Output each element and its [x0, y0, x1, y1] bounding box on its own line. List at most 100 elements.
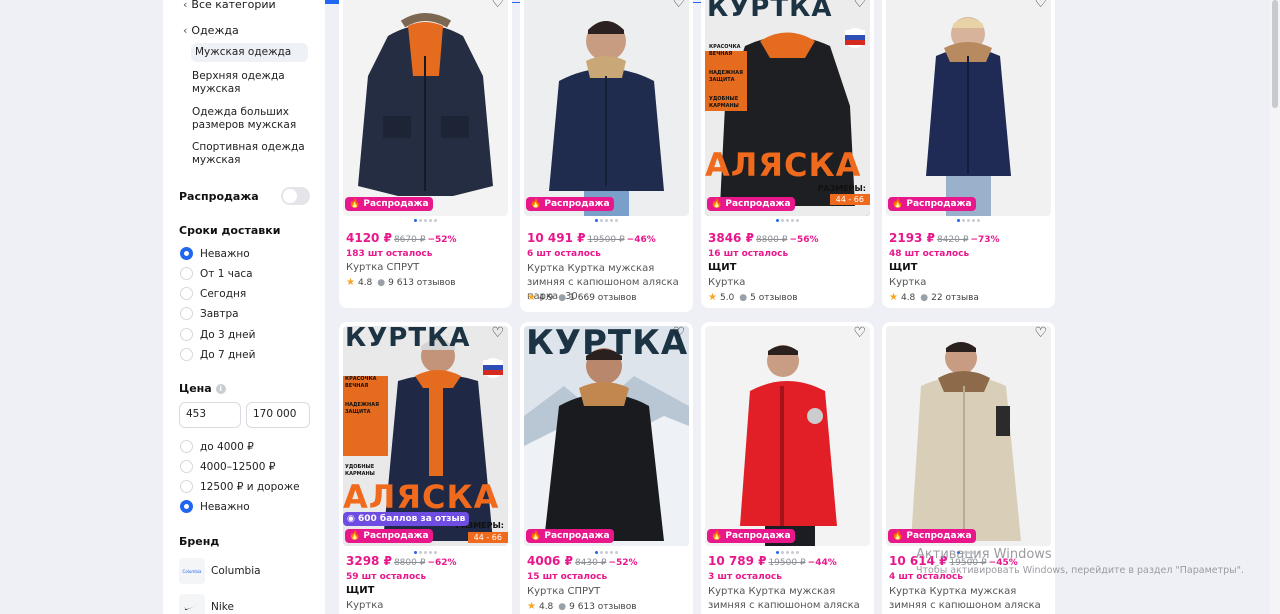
product-rating: ★ 4.8 ● 22 отзыва: [889, 292, 979, 303]
reviews-icon: ●: [558, 292, 567, 303]
price-option[interactable]: до 4000 ₽: [180, 440, 254, 453]
product-title[interactable]: Куртка: [708, 276, 870, 290]
page-scrollbar[interactable]: [1270, 0, 1280, 614]
sale-filter-label: Распродажа: [179, 190, 259, 203]
product-title[interactable]: Куртка СПРУТ: [346, 261, 508, 275]
delivery-option[interactable]: От 1 часа: [180, 267, 253, 280]
price-option[interactable]: Неважно: [180, 500, 250, 513]
sale-badge: 🔥 Распродажа: [345, 529, 433, 543]
product-card[interactable]: КУРТКА КРАСОЧКА ВЕЧНАЯ НАДЕЖНАЯ ЗАЩИТА УДО…: [701, 0, 874, 308]
product-image[interactable]: КУРТКА: [524, 326, 689, 546]
stock-left: 6 шт осталось: [527, 249, 601, 259]
delivery-option[interactable]: До 3 дней: [180, 328, 255, 341]
delivery-option[interactable]: Неважно: [180, 247, 250, 260]
product-grid: ♡ 🔥 Распродажа 4120 ₽8670 ₽ −52% 183 шт о…: [339, 0, 1057, 614]
product-price: 3846 ₽8800 ₽ −56%: [708, 231, 819, 245]
filters-sidebar: ‹ Все категории ‹ Одежда Мужская одежда Ве…: [163, 0, 325, 614]
product-image[interactable]: [343, 0, 508, 216]
sale-toggle[interactable]: [281, 187, 310, 205]
product-brand[interactable]: ЩИТ: [708, 262, 736, 273]
product-card[interactable]: ♡ 🔥 Распродажа 2193 ₽8420 ₽ −73% 48 шт ос…: [882, 0, 1055, 308]
heart-icon[interactable]: ♡: [491, 326, 504, 340]
price-option[interactable]: 12500 ₽ и дороже: [180, 480, 300, 493]
subcategory-outerwear[interactable]: Верхняя одежда мужская: [192, 70, 309, 96]
delivery-option[interactable]: Завтра: [180, 307, 239, 320]
sale-badge: 🔥 Распродажа: [707, 529, 795, 543]
price-min-input[interactable]: 453: [179, 402, 241, 428]
price-option[interactable]: 4000–12500 ₽: [180, 460, 275, 473]
delivery-title: Сроки доставки: [179, 224, 281, 237]
radio[interactable]: [180, 267, 193, 280]
subcategory-mens-clothing[interactable]: Мужская одежда: [191, 43, 308, 62]
reviews-icon: ●: [558, 601, 567, 612]
product-card[interactable]: ♡ 🔥 Распродажа 4120 ₽8670 ₽ −52% 183 шт о…: [339, 0, 512, 308]
info-icon[interactable]: i: [215, 384, 226, 394]
radio-selected[interactable]: [180, 500, 193, 513]
delivery-option[interactable]: До 7 дней: [180, 348, 255, 361]
product-image[interactable]: [886, 0, 1051, 216]
sale-badge: 🔥 Распродажа: [888, 529, 976, 543]
product-title[interactable]: Куртка СПРУТ: [527, 585, 689, 599]
sticker-title: АЛЯСКА: [705, 146, 862, 184]
product-brand[interactable]: ЩИТ: [889, 262, 917, 273]
stock-left: 48 шт осталось: [889, 249, 970, 259]
radio[interactable]: [180, 348, 193, 361]
product-card[interactable]: КУРТКА ♡ 🔥 Распродажа 4006 ₽8430 ₽ −52% 1…: [520, 322, 693, 614]
scrollbar-thumb[interactable]: [1272, 0, 1278, 108]
product-image[interactable]: [524, 0, 689, 216]
delivery-option[interactable]: Сегодня: [180, 287, 246, 300]
product-image[interactable]: КУРТКА КРАСОЧКА ВЕЧНАЯ НАДЕЖНАЯ ЗАЩИТА УДО…: [705, 0, 870, 216]
image-dots: [776, 219, 799, 222]
sale-badge: 🔥 Распродажа: [888, 197, 976, 211]
sticker-top-title: КУРТКА: [526, 326, 689, 363]
radio[interactable]: [180, 287, 193, 300]
product-rating: ★ 4.8 ● 9 613 отзывов: [527, 601, 637, 612]
radio[interactable]: [180, 480, 193, 493]
brand-option-nike[interactable]: Nike: [179, 594, 234, 614]
radio[interactable]: [180, 328, 193, 341]
product-card[interactable]: КУРТКА КРАСОЧКА ВЕЧНАЯ НАДЕЖНАЯ ЗАЩИТА УДО…: [339, 322, 512, 614]
product-title[interactable]: Куртка Куртка мужская зимняя с капюшоном…: [708, 585, 870, 614]
heart-icon[interactable]: ♡: [672, 0, 685, 10]
product-image[interactable]: [886, 326, 1051, 546]
heart-icon[interactable]: ♡: [853, 326, 866, 340]
windows-activation-subtitle: Чтобы активировать Windows, перейдите в …: [916, 565, 1245, 576]
image-dots: [957, 219, 980, 222]
sticker-features: КРАСОЧКА ВЕЧНАЯ НАДЕЖНАЯ ЗАЩИТА УДОБНЫЕ КА…: [345, 376, 379, 477]
product-price: 10 789 ₽19500 ₽ −44%: [708, 554, 837, 568]
category-all[interactable]: ‹ Все категории: [183, 0, 276, 11]
heart-icon[interactable]: ♡: [491, 0, 504, 10]
radio[interactable]: [180, 460, 193, 473]
category-clothing[interactable]: ‹ Одежда: [183, 24, 239, 37]
stock-left: 3 шт осталось: [708, 572, 782, 582]
price-max-input[interactable]: 170 000: [246, 402, 310, 428]
sticker-top-title: КУРТКА: [345, 326, 471, 353]
brand-option-columbia[interactable]: Columbia Columbia: [179, 558, 261, 584]
subcategory-sportswear[interactable]: Спортивная одежда мужская: [192, 141, 309, 167]
product-rating: ★ 4.9 ● 1 669 отзывов: [527, 292, 637, 303]
product-brand[interactable]: ЩИТ: [346, 585, 374, 596]
product-title[interactable]: Куртка Куртка мужская зимняя с капюшоном…: [889, 585, 1051, 614]
stock-left: 16 шт осталось: [708, 249, 789, 259]
product-rating: ★ 4.8 ● 9 613 отзывов: [346, 277, 456, 288]
sizes-label: РАЗМЕРЫ:: [817, 184, 866, 193]
radio[interactable]: [180, 440, 193, 453]
radio[interactable]: [180, 307, 193, 320]
image-dots: [414, 219, 437, 222]
product-image[interactable]: [705, 326, 870, 546]
product-card[interactable]: ♡ 🔥 Распродажа 10 789 ₽19500 ₽ −44% 3 шт …: [701, 322, 874, 614]
product-title[interactable]: Куртка: [889, 276, 1051, 290]
reviews-icon: ●: [377, 277, 386, 288]
heart-icon[interactable]: ♡: [672, 326, 685, 340]
product-title[interactable]: Куртка: [346, 599, 508, 613]
sale-badge: 🔥 Распродажа: [707, 197, 795, 211]
radio-selected[interactable]: [180, 247, 193, 260]
heart-icon[interactable]: ♡: [1034, 0, 1047, 10]
heart-icon[interactable]: ♡: [1034, 326, 1047, 340]
sticker-features: КРАСОЧКА ВЕЧНАЯ НАДЕЖНАЯ ЗАЩИТА УДОБНЫЕ КА…: [709, 44, 743, 109]
product-rating: ★ 5.0 ● 5 отзывов: [708, 292, 798, 303]
product-card[interactable]: ♡ 🔥 Распродажа 10 491 ₽19500 ₽ −46% 6 шт …: [520, 0, 693, 312]
subcategory-plus-size[interactable]: Одежда больших размеров мужская: [192, 106, 309, 132]
stock-left: 59 шт осталось: [346, 572, 427, 582]
heart-icon[interactable]: ♡: [853, 0, 866, 10]
